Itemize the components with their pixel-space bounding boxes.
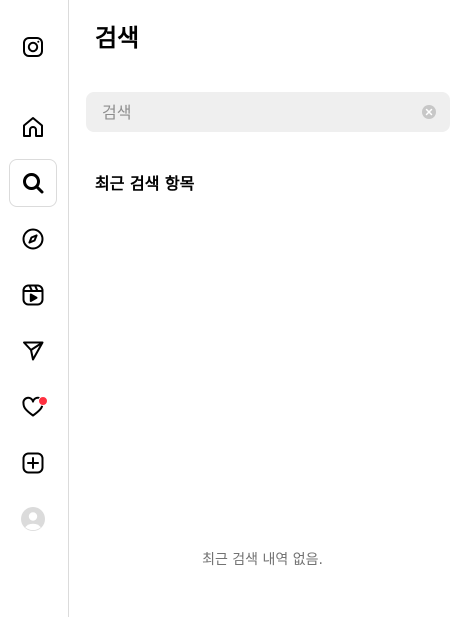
nav-reels[interactable]	[9, 271, 57, 319]
nav-explore[interactable]	[9, 215, 57, 263]
recent-searches-heading: 최근 검색 항목	[95, 174, 195, 193]
sidebar-nav	[0, 0, 69, 617]
close-icon	[425, 108, 433, 116]
avatar	[21, 507, 45, 531]
nav-create[interactable]	[9, 439, 57, 487]
reels-icon	[22, 284, 44, 306]
nav-messages[interactable]	[9, 327, 57, 375]
plus-square-icon	[22, 452, 44, 474]
send-icon	[23, 341, 44, 361]
notification-badge	[38, 396, 48, 406]
nav-profile[interactable]	[9, 495, 57, 543]
home-icon	[23, 117, 43, 137]
compass-icon	[22, 228, 44, 250]
nav-search[interactable]	[9, 159, 57, 207]
instagram-logo-icon	[23, 37, 43, 57]
page-title: 검색	[95, 24, 140, 52]
search-box	[86, 92, 450, 132]
clear-search-button[interactable]	[422, 105, 436, 119]
instagram-logo[interactable]	[9, 23, 57, 71]
nav-home[interactable]	[9, 103, 57, 151]
search-input[interactable]	[102, 92, 412, 132]
empty-state-message: 최근 검색 내역 없음.	[202, 552, 323, 568]
search-icon	[23, 173, 44, 194]
nav-notifications[interactable]	[9, 383, 57, 431]
